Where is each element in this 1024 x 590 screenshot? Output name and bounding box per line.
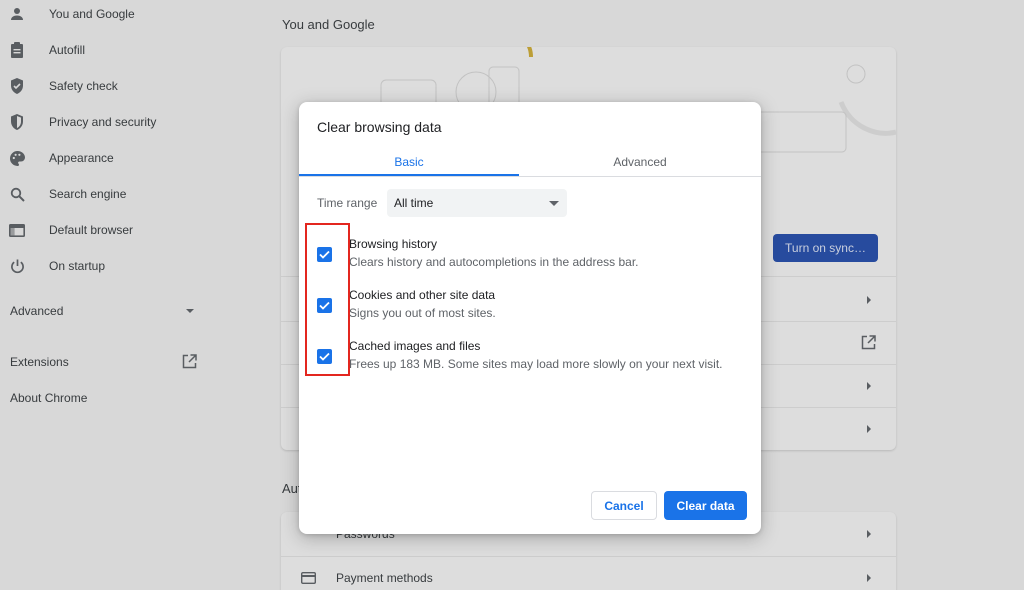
tab-divider (299, 176, 761, 177)
option-description: Clears history and autocompletions in th… (349, 255, 639, 269)
cancel-button[interactable]: Cancel (591, 491, 657, 520)
cached-images-checkbox[interactable] (317, 349, 332, 364)
checkmark-icon (319, 301, 330, 310)
clear-data-button[interactable]: Clear data (664, 491, 747, 520)
checkmark-icon (319, 352, 330, 361)
tab-basic[interactable]: Basic (299, 146, 519, 177)
cookies-checkbox[interactable] (317, 298, 332, 313)
dialog-title: Clear browsing data (317, 119, 442, 135)
option-title: Cached images and files (349, 339, 481, 353)
time-range-label: Time range (317, 196, 378, 210)
time-range-value: All time (394, 196, 434, 210)
option-description: Signs you out of most sites. (349, 306, 496, 320)
clear-browsing-data-dialog: Clear browsing data Basic Advanced Time … (299, 102, 761, 534)
option-cookies: Cookies and other site data Signs you ou… (299, 288, 761, 328)
option-browsing-history: Browsing history Clears history and auto… (299, 237, 761, 277)
time-range-select[interactable]: All time (387, 189, 567, 217)
option-title: Browsing history (349, 237, 438, 251)
option-cached-images: Cached images and files Frees up 183 MB.… (299, 339, 761, 379)
checkmark-icon (319, 250, 330, 259)
browsing-history-checkbox[interactable] (317, 247, 332, 262)
option-title: Cookies and other site data (349, 288, 496, 302)
dropdown-arrow-icon (549, 201, 559, 206)
tab-advanced[interactable]: Advanced (519, 146, 761, 177)
option-description: Frees up 183 MB. Some sites may load mor… (349, 357, 723, 371)
